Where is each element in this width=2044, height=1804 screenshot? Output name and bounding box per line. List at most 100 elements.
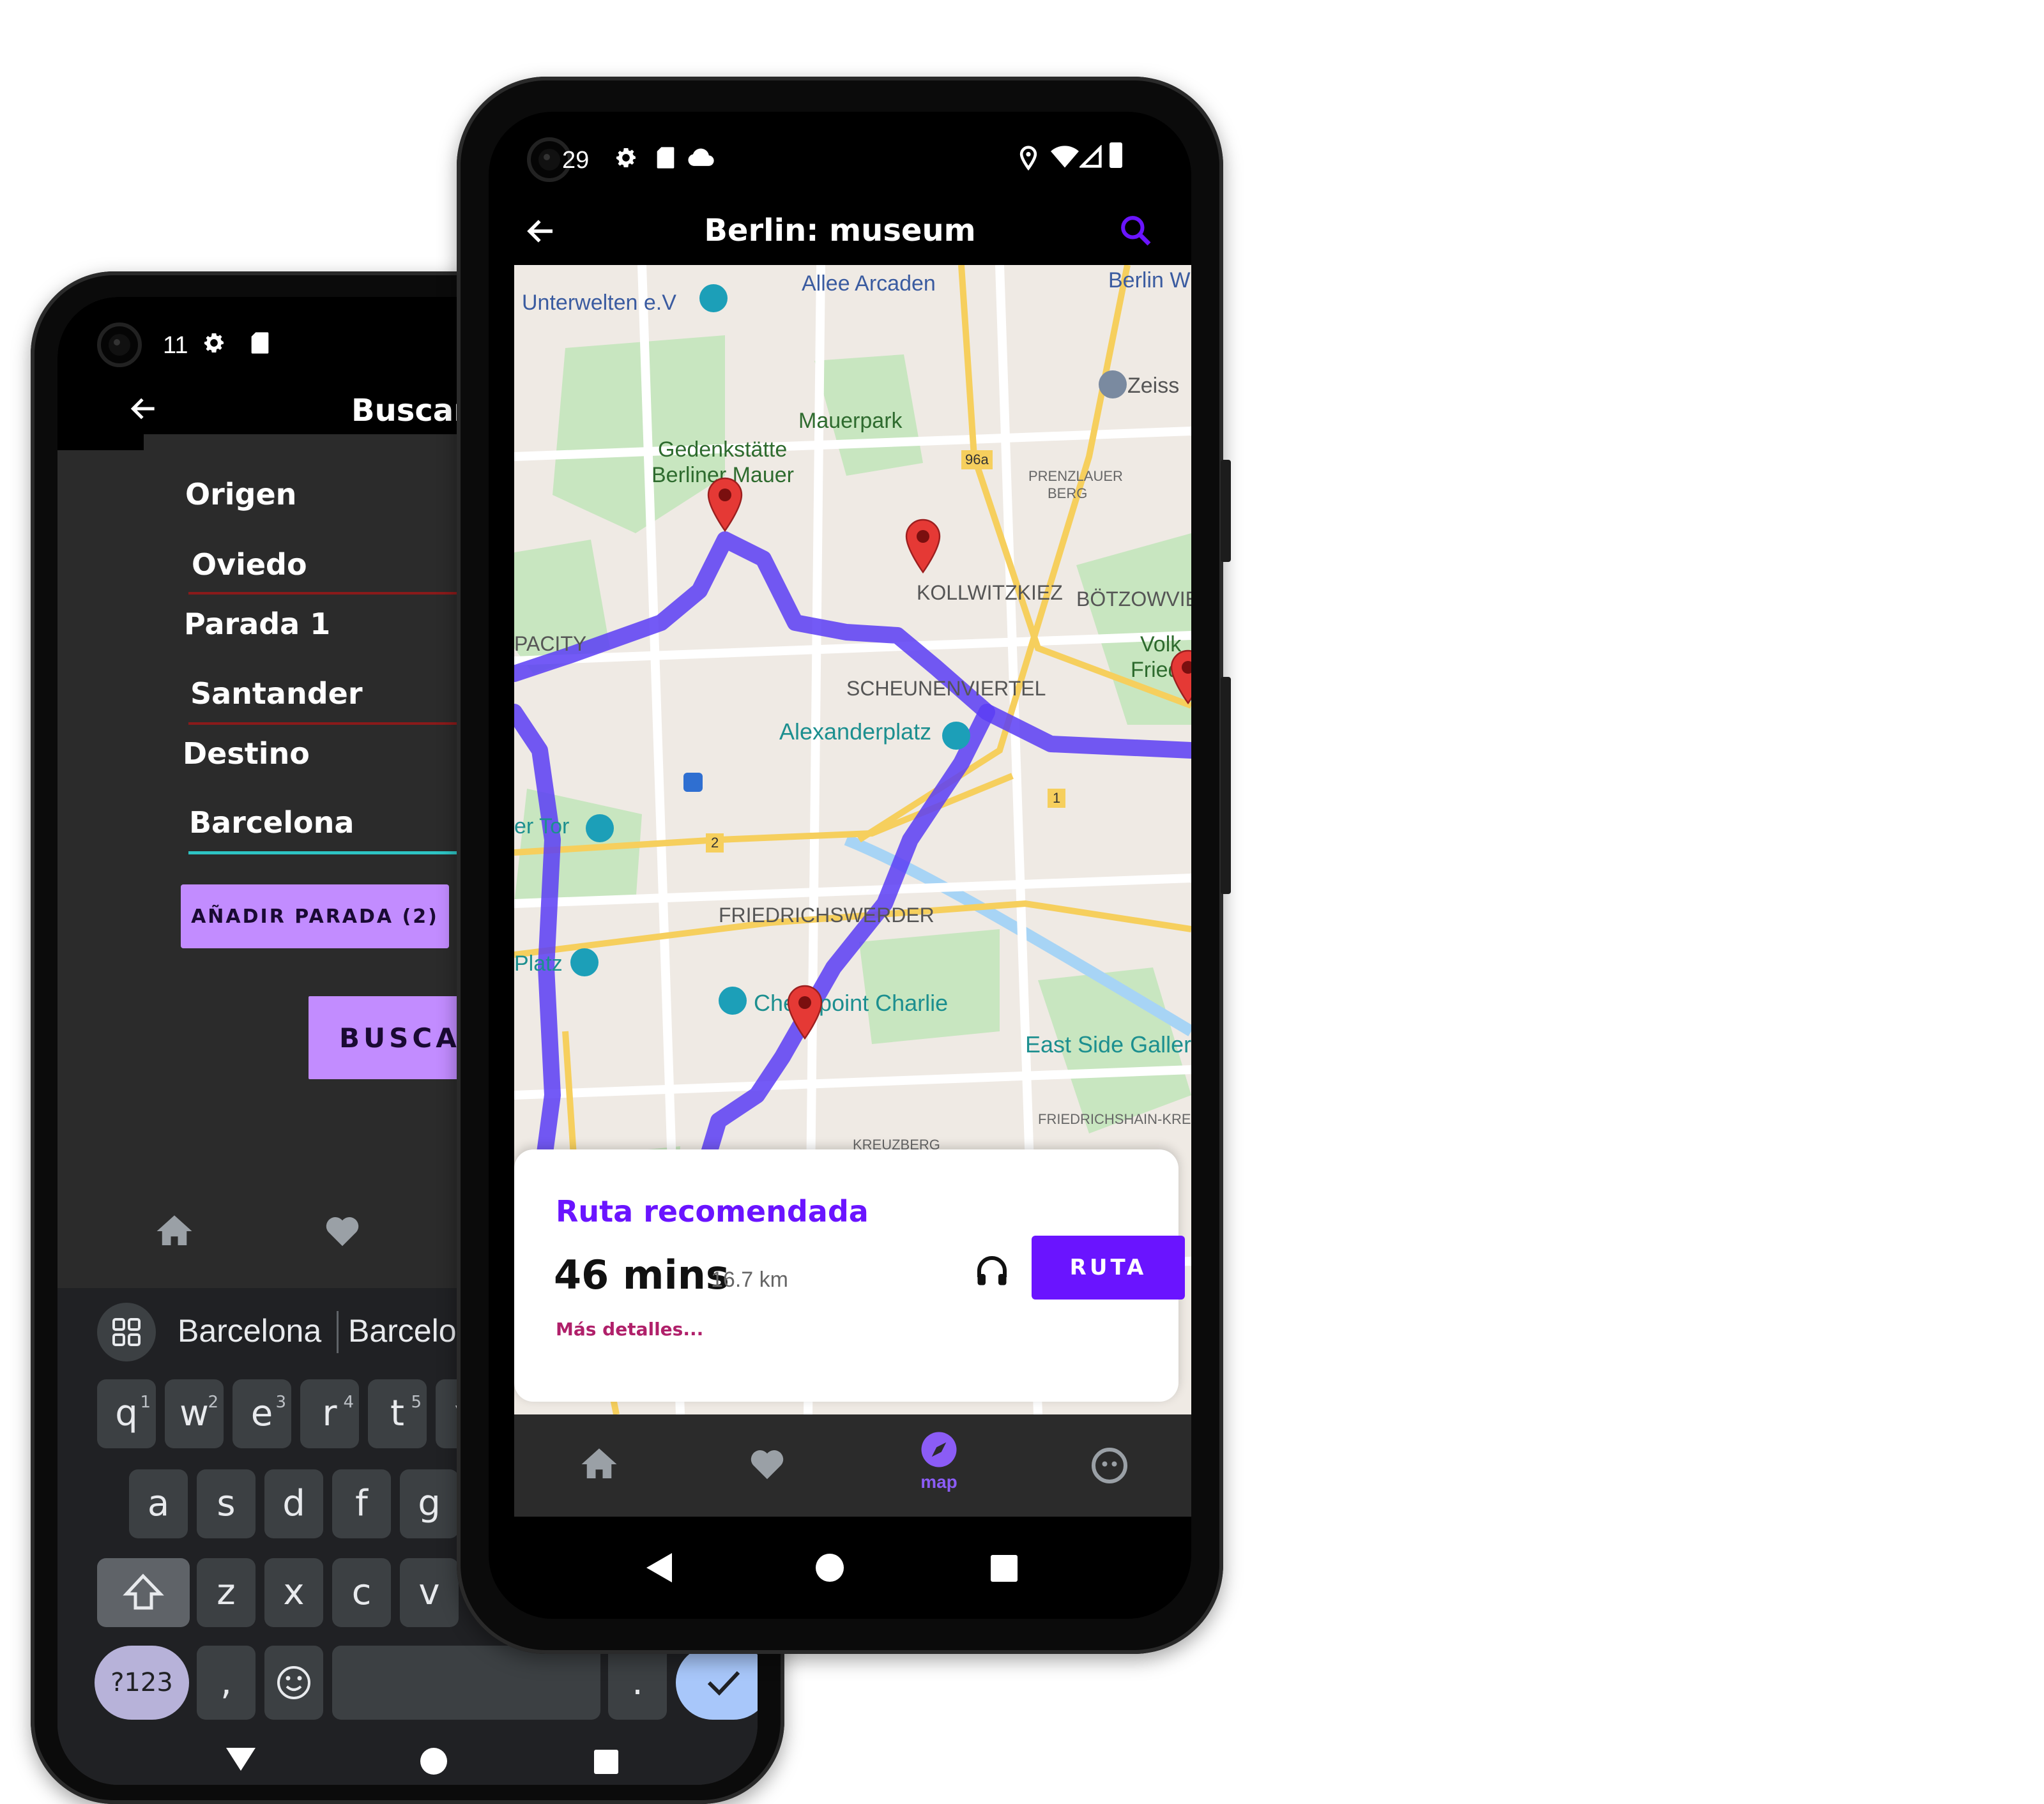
- settings-status-icon: [201, 330, 227, 359]
- suggestion-divider: [337, 1311, 339, 1353]
- map-label-tor: er Tor: [514, 814, 570, 838]
- home-icon[interactable]: [153, 1210, 195, 1255]
- status-time: 11: [163, 332, 188, 359]
- key-t[interactable]: t5: [368, 1379, 427, 1448]
- poi-marker-icon[interactable]: [719, 987, 747, 1015]
- symbols-key[interactable]: ?123: [95, 1646, 189, 1720]
- nav-recents-icon[interactable]: [594, 1750, 618, 1774]
- map-label-friedrichshain: FRIEDRICHSHAIN-KREU: [1038, 1111, 1191, 1127]
- settings-status-icon: [613, 145, 639, 174]
- map-label-allee-arcaden: Allee Arcaden: [802, 271, 936, 296]
- home-icon[interactable]: [578, 1443, 620, 1489]
- compass-icon[interactable]: [920, 1430, 958, 1472]
- key-c[interactable]: c: [332, 1558, 391, 1627]
- battery-status-icon: [1110, 142, 1122, 168]
- emoji-key[interactable]: [264, 1646, 323, 1720]
- map-road-96a: 96a: [961, 450, 993, 469]
- map-pin-red[interactable]: [786, 983, 824, 1040]
- sd-card-status-icon: [655, 145, 676, 174]
- headphones-icon[interactable]: [973, 1252, 1011, 1293]
- nav-home-icon[interactable]: [420, 1748, 447, 1775]
- map-label-scheunenviertel: SCHEUNENVIERTEL: [846, 677, 1046, 700]
- map-label-friedrichswerder: FRIEDRICHSWERDER: [719, 904, 934, 927]
- poi-marker-icon[interactable]: [942, 722, 970, 750]
- poi-marker-icon[interactable]: [570, 948, 599, 976]
- map-label-platz: Platz: [514, 951, 563, 976]
- key-r[interactable]: r4: [300, 1379, 359, 1448]
- shift-key[interactable]: [97, 1558, 190, 1627]
- nav-back-icon[interactable]: [225, 1747, 257, 1775]
- face-icon[interactable]: [1090, 1446, 1129, 1488]
- more-details-link[interactable]: Más detalles...: [556, 1319, 703, 1340]
- apps-grid-icon[interactable]: [97, 1303, 156, 1361]
- key-d[interactable]: d: [264, 1469, 323, 1538]
- key-q[interactable]: q1: [97, 1379, 156, 1448]
- key-v[interactable]: v: [400, 1558, 459, 1627]
- add-stop-button[interactable]: AÑADIR PARADA (2): [181, 884, 449, 948]
- map-label-pacity: PACITY: [514, 632, 587, 655]
- map-road-1: 1: [1048, 789, 1066, 808]
- route-distance: 16.7 km: [711, 1268, 788, 1292]
- poi-marker-icon[interactable]: [586, 814, 614, 842]
- space-key[interactable]: [332, 1646, 600, 1720]
- front-phone-screen: 29 Berlin: museum Unterwelten e.V Allee …: [489, 112, 1191, 1619]
- heart-icon[interactable]: [323, 1211, 362, 1254]
- front-camera: [97, 322, 142, 367]
- origin-label: Origen: [185, 477, 297, 512]
- nav-home-icon[interactable]: [816, 1554, 844, 1582]
- nav-map-label: map: [920, 1472, 957, 1492]
- search-icon[interactable]: [1118, 213, 1154, 252]
- key-s[interactable]: s: [197, 1469, 256, 1538]
- enter-check-key[interactable]: [676, 1646, 758, 1720]
- nav-back-icon[interactable]: [645, 1552, 673, 1587]
- poi-marker-icon[interactable]: [1099, 370, 1127, 398]
- route-button[interactable]: RUTA: [1032, 1236, 1185, 1300]
- period-key[interactable]: .: [608, 1646, 667, 1720]
- map-label-kollwitzkiez: KOLLWITZKIEZ: [917, 581, 1063, 604]
- heart-icon[interactable]: [747, 1444, 787, 1487]
- map-label-zeiss: Zeiss: [1127, 374, 1180, 398]
- map-label-mauerpark: Mauerpark: [798, 409, 903, 433]
- map-pin-red[interactable]: [1169, 648, 1191, 705]
- destination-label: Destino: [183, 736, 310, 771]
- key-x[interactable]: x: [264, 1558, 323, 1627]
- location-status-icon: [1019, 145, 1038, 174]
- back-arrow-icon[interactable]: [128, 393, 160, 428]
- cloud-status-icon: [687, 148, 715, 171]
- map-pin-red[interactable]: [706, 476, 744, 533]
- transit-marker-icon[interactable]: [683, 773, 703, 792]
- key-w[interactable]: w2: [165, 1379, 224, 1448]
- key-a[interactable]: a: [129, 1469, 188, 1538]
- destination-field[interactable]: Barcelona: [189, 805, 354, 840]
- wifi-status-icon: [1051, 145, 1079, 172]
- poi-marker-icon[interactable]: [699, 284, 728, 312]
- nav-recents-icon[interactable]: [991, 1555, 1018, 1582]
- power-button: [1221, 677, 1231, 894]
- volume-button: [1221, 460, 1231, 562]
- signal-status-icon: [1078, 144, 1102, 172]
- route-card-heading: Ruta recomendada: [556, 1194, 869, 1229]
- map-label-berlin-w: Berlin W: [1108, 268, 1191, 292]
- key-z[interactable]: z: [197, 1558, 256, 1627]
- map-pin-red[interactable]: [904, 517, 942, 574]
- origin-field[interactable]: Oviedo: [192, 547, 307, 582]
- key-g[interactable]: g: [400, 1469, 459, 1538]
- key-e[interactable]: e3: [233, 1379, 291, 1448]
- route-duration: 46 mins: [554, 1252, 729, 1298]
- stop1-field[interactable]: Santander: [190, 676, 363, 711]
- front-phone: 29 Berlin: museum Unterwelten e.V Allee …: [457, 77, 1231, 1654]
- map-label-east-side-gallery: East Side Galler: [1025, 1031, 1191, 1057]
- map-road-2: 2: [706, 833, 724, 853]
- comma-key[interactable]: ,: [197, 1646, 256, 1720]
- suggestion-1[interactable]: Barcelona: [178, 1312, 321, 1349]
- map-label-alexanderplatz: Alexanderplatz: [779, 718, 932, 745]
- page-title: Berlin: museum: [704, 213, 976, 248]
- map-label-gedenkstaette: Gedenkstätte: [658, 437, 788, 462]
- map-label-prenzlauer: PRENZLAUER: [1028, 468, 1123, 484]
- sd-card-status-icon: [249, 330, 271, 359]
- map-label-prenzlauer-berg: BERG: [1048, 485, 1088, 501]
- route-card: Ruta recomendada 46 mins 16.7 km Más det…: [514, 1149, 1185, 1402]
- key-f[interactable]: f: [332, 1469, 391, 1538]
- map-label-unterwelten: Unterwelten e.V: [522, 291, 676, 315]
- map-label-boetzow: BÖTZOWVIE: [1076, 587, 1191, 610]
